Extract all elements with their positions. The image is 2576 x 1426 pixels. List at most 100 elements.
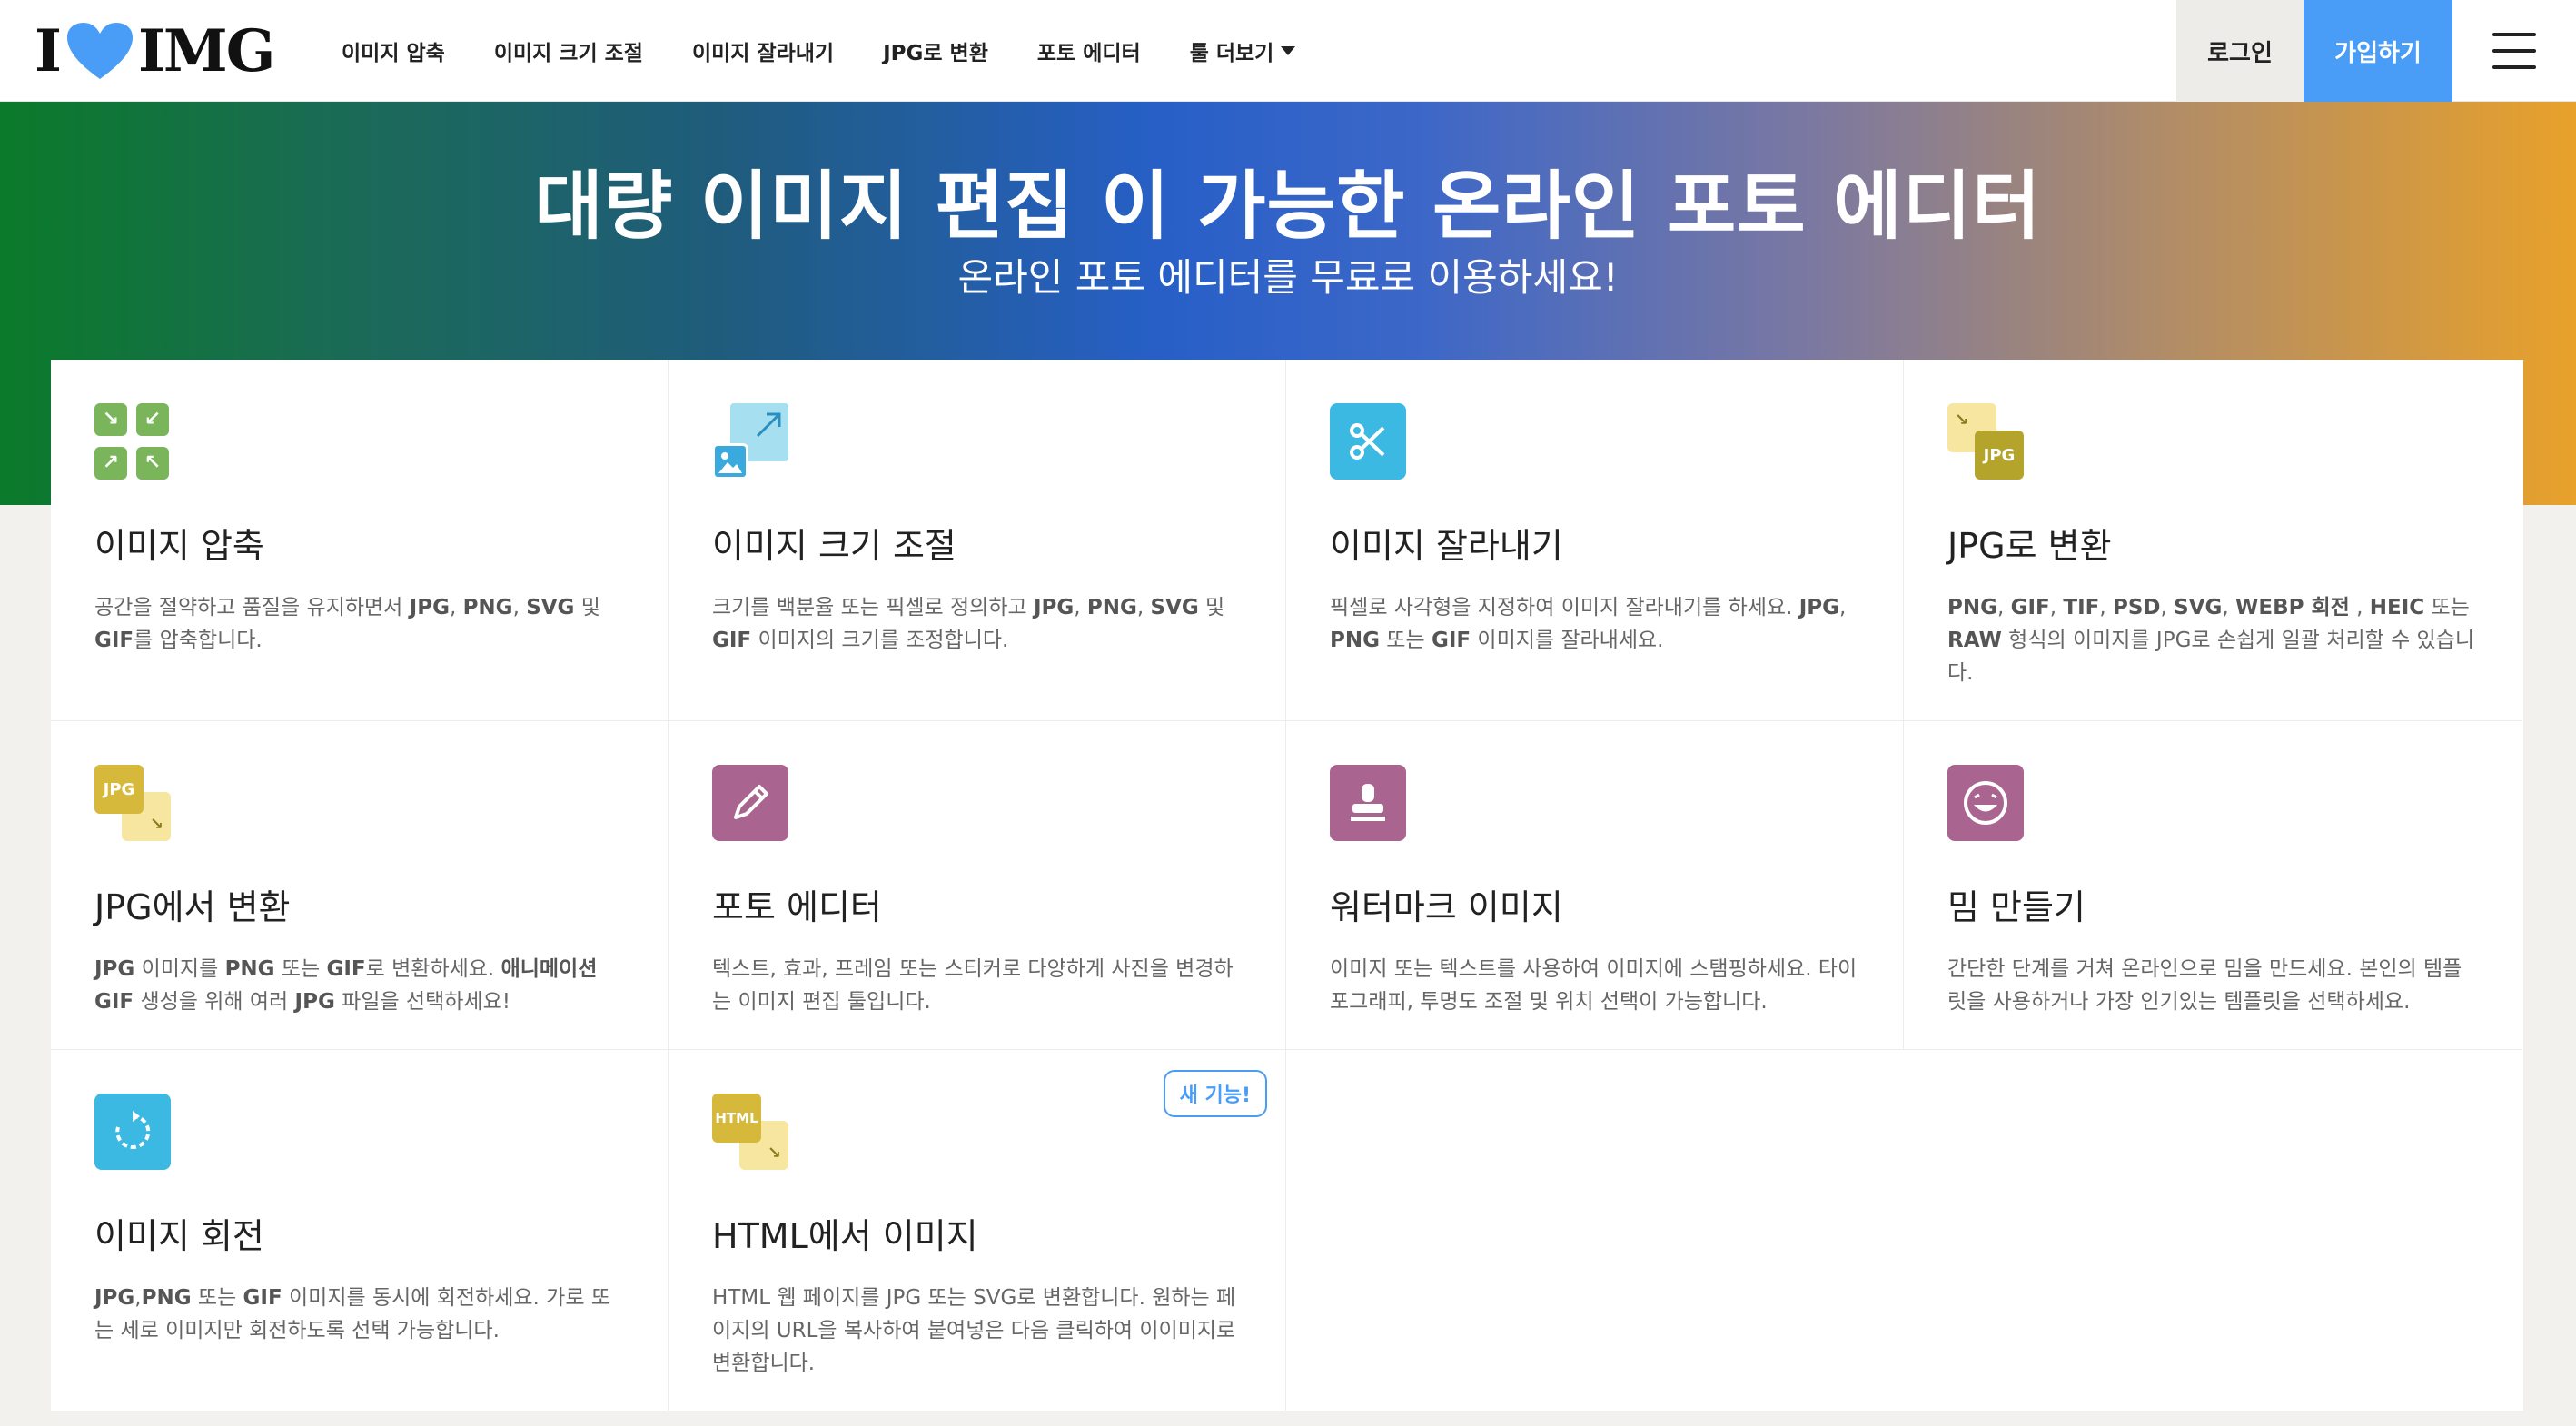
heart-icon: [66, 23, 133, 79]
tool-title: HTML에서 이미지: [712, 1216, 978, 1256]
description-text: ,: [134, 1286, 142, 1310]
format-keyword: RAW: [1947, 629, 2002, 652]
format-keyword: PNG: [1947, 596, 1997, 619]
nav-convert-to-jpg[interactable]: JPG로 변환: [883, 35, 988, 66]
description-text: ,: [2349, 596, 2370, 619]
format-keyword: TIF: [2063, 596, 2100, 619]
format-keyword: PNG: [141, 1286, 192, 1310]
format-keyword: JPG: [409, 596, 450, 619]
format-keyword: JPG: [1798, 596, 1839, 619]
tool-description: 공간을 절약하고 품질을 유지하면서 JPG, PNG, SVG 및 GIF를 …: [94, 591, 624, 657]
format-keyword: GIF: [712, 629, 752, 652]
tool-description: 텍스트, 효과, 프레임 또는 스티커로 다양하게 사진을 변경하는 이미지 편…: [712, 953, 1242, 1018]
stamp-icon: [1330, 765, 1406, 841]
signup-button[interactable]: 가입하기: [2304, 0, 2452, 102]
tool-card-watermark[interactable]: 워터마크 이미지 이미지 또는 텍스트를 사용하여 이미지에 스탬핑하세요. 타…: [1286, 721, 1904, 1050]
description-text: 이미지를: [134, 957, 225, 981]
scissors-icon: [1330, 403, 1406, 480]
hero-subtitle: 온라인 포토 에디터를 무료로 이용하세요!: [957, 255, 1619, 300]
new-feature-badge: 새 기능!: [1163, 1070, 1267, 1117]
compress-icon: ↘ ↙ ↗ ↖: [94, 403, 171, 480]
description-text: 및: [574, 596, 600, 619]
format-keyword: GIF: [1431, 629, 1471, 652]
description-text: 또는: [274, 957, 327, 981]
tool-title: 포토 에디터: [712, 887, 882, 927]
hamburger-icon[interactable]: [2492, 33, 2536, 69]
logo[interactable]: I IMG: [35, 16, 275, 85]
description-text: ,: [2222, 596, 2235, 619]
description-text: 간단한 단계를 거쳐 온라인으로 밈을 만드세요. 본인의 템플릿을 사용하거나…: [1947, 957, 2462, 1014]
tool-title: 이미지 잘라내기: [1330, 526, 1563, 566]
description-text: HTML 웹 페이지를 JPG 또는 SVG로 변환합니다. 원하는 페이지의 …: [712, 1286, 1236, 1375]
tool-card-photo-editor[interactable]: 포토 에디터 텍스트, 효과, 프레임 또는 스티커로 다양하게 사진을 변경하…: [669, 721, 1286, 1050]
tool-title: JPG에서 변환: [94, 887, 291, 927]
format-keyword: WEBP 회전: [2235, 596, 2350, 619]
rotate-icon: [94, 1094, 171, 1170]
description-text: ,: [2049, 596, 2064, 619]
format-keyword: PSD: [2112, 596, 2161, 619]
nav-resize[interactable]: 이미지 크기 조절: [494, 35, 643, 66]
format-keyword: JPG: [294, 990, 335, 1014]
description-text: 를 압축합니다.: [134, 629, 263, 652]
tool-description: JPG,PNG 또는 GIF 이미지를 동시에 회전하세요. 가로 또는 세로 …: [94, 1282, 624, 1347]
nav-compress[interactable]: 이미지 압축: [342, 35, 445, 66]
hero-title: 대량 이미지 편집 이 가능한 온라인 포토 에디터: [534, 163, 2042, 250]
format-keyword: HEIC: [2369, 596, 2425, 619]
tool-card-convert-to-jpg[interactable]: ↘ JPG JPG로 변환 PNG, GIF, TIF, PSD, SVG, W…: [1904, 360, 2522, 721]
format-keyword: JPG: [94, 957, 135, 981]
format-keyword: GIF: [94, 629, 134, 652]
description-text: 이미지 또는 텍스트를 사용하여 이미지에 스탬핑하세요. 타이포그래피, 투명…: [1330, 957, 1858, 1014]
description-text: 생성을 위해 여러: [134, 990, 295, 1014]
description-text: ,: [2160, 596, 2175, 619]
description-text: 텍스트, 효과, 프레임 또는 스티커로 다양하게 사진을 변경하는 이미지 편…: [712, 957, 1234, 1014]
to-jpg-icon: ↘ JPG: [1947, 403, 2024, 480]
tool-description: PNG, GIF, TIF, PSD, SVG, WEBP 회전 , HEIC …: [1947, 591, 2478, 689]
tool-description: 픽셀로 사각형을 지정하여 이미지 잘라내기를 하세요. JPG, PNG 또는…: [1330, 591, 1859, 657]
tool-title: 이미지 크기 조절: [712, 526, 956, 566]
description-text: 및: [1198, 596, 1225, 619]
description-text: ,: [1136, 596, 1151, 619]
tool-title: 이미지 압축: [94, 526, 264, 566]
format-keyword: GIF: [2010, 596, 2050, 619]
format-keyword: SVG: [1150, 596, 1199, 619]
hamburger-line: [2492, 49, 2536, 53]
description-text: 파일을 선택하세요!: [334, 990, 510, 1014]
tool-description: 이미지 또는 텍스트를 사용하여 이미지에 스탬핑하세요. 타이포그래피, 투명…: [1330, 953, 1859, 1018]
description-text: 형식의 이미지를 JPG로 손쉽게 일괄 처리할 수 있습니다.: [1947, 629, 2475, 685]
tool-card-compress[interactable]: ↘ ↙ ↗ ↖ 이미지 압축 공간을 절약하고 품질을 유지하면서 JPG, P…: [51, 360, 669, 721]
hamburger-line: [2492, 33, 2536, 36]
tool-card-resize[interactable]: 이미지 크기 조절 크기를 백분율 또는 픽셀로 정의하고 JPG, PNG, …: [669, 360, 1286, 721]
tool-title: 이미지 회전: [94, 1216, 264, 1256]
description-text: ,: [449, 596, 463, 619]
tool-title: 워터마크 이미지: [1330, 887, 1563, 927]
format-keyword: SVG: [2174, 596, 2223, 619]
nav-more-tools[interactable]: 툴 더보기: [1190, 35, 1296, 66]
resize-icon: [712, 403, 788, 480]
description-text: ,: [1996, 596, 2011, 619]
tool-title: 밈 만들기: [1947, 887, 2086, 927]
description-text: 또는: [191, 1286, 243, 1310]
description-text: ,: [1839, 596, 1847, 619]
description-text: 또는: [1379, 629, 1432, 652]
description-text: 크기를 백분율 또는 픽셀로 정의하고: [712, 596, 1034, 619]
tool-card-crop[interactable]: 이미지 잘라내기 픽셀로 사각형을 지정하여 이미지 잘라내기를 하세요. JP…: [1286, 360, 1904, 721]
laugh-icon: [1947, 765, 2024, 841]
login-button[interactable]: 로그인: [2176, 0, 2304, 102]
main-nav: 이미지 압축 이미지 크기 조절 이미지 잘라내기 JPG로 변환 포토 에디터…: [342, 0, 1344, 102]
tool-card-convert-from-jpg[interactable]: ↘ JPG JPG에서 변환 JPG 이미지를 PNG 또는 GIF로 변환하세…: [51, 721, 669, 1050]
description-text: 이미지를 잘라내세요.: [1471, 629, 1664, 652]
description-text: ,: [1074, 596, 1087, 619]
tool-card-rotate[interactable]: 이미지 회전 JPG,PNG 또는 GIF 이미지를 동시에 회전하세요. 가로…: [51, 1050, 669, 1411]
nav-crop[interactable]: 이미지 잘라내기: [692, 35, 834, 66]
logo-letter-i: I: [35, 16, 62, 85]
tool-card-meme[interactable]: 밈 만들기 간단한 단계를 거쳐 온라인으로 밈을 만드세요. 본인의 템플릿을…: [1904, 721, 2522, 1050]
nav-more-tools-label: 툴 더보기: [1189, 42, 1274, 65]
nav-photo-editor[interactable]: 포토 에디터: [1037, 35, 1141, 66]
description-text: 공간을 절약하고 품질을 유지하면서: [94, 596, 410, 619]
format-keyword: GIF: [243, 1286, 282, 1310]
tool-card-html-to-image[interactable]: 새 기능! ↘ HTML HTML에서 이미지 HTML 웹 페이지를 JPG …: [669, 1050, 1286, 1411]
format-keyword: PNG: [224, 957, 275, 981]
description-text: ,: [2099, 596, 2113, 619]
pencil-icon: [712, 765, 788, 841]
caret-down-icon: [1281, 46, 1296, 55]
